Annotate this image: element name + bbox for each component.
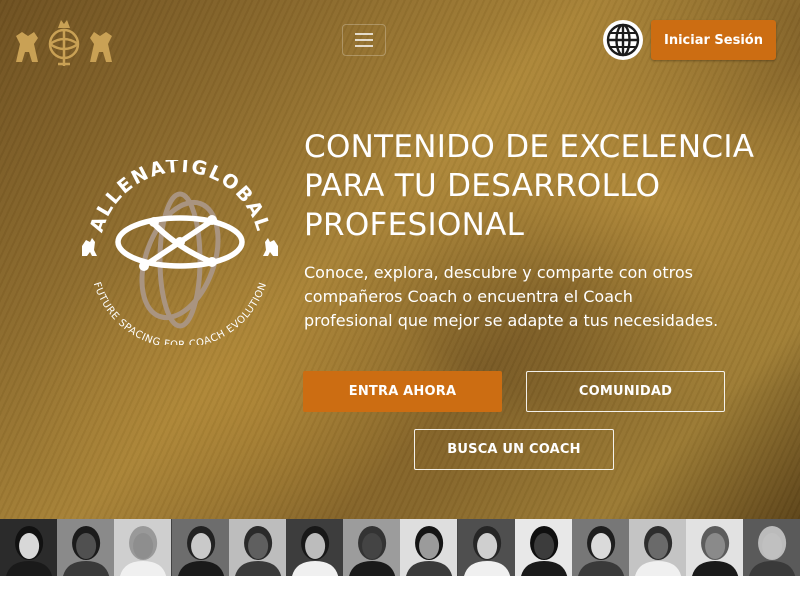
coach-portrait-5[interactable]	[228, 519, 286, 576]
coach-portrait-2[interactable]	[57, 519, 115, 576]
hamburger-icon-bar	[355, 45, 373, 47]
coach-portrait-6[interactable]	[285, 519, 344, 576]
page-bottom	[0, 576, 800, 600]
coach-portrait-14[interactable]	[743, 519, 800, 576]
coach-portrait-10[interactable]	[514, 519, 572, 576]
hamburger-icon-bar	[355, 39, 373, 41]
coach-portrait-1[interactable]	[0, 519, 58, 576]
hero-subtext: Conoce, explora, descubre y comparte con…	[304, 263, 719, 330]
login-button[interactable]: Iniciar Sesión	[651, 20, 776, 60]
coach-portrait-12[interactable]	[629, 519, 687, 576]
lions-globe-crest-icon[interactable]	[12, 14, 116, 68]
community-button[interactable]: COMUNIDAD	[526, 371, 725, 412]
svg-text:ALLENATIGLOBAL: ALLENATIGLOBAL	[86, 160, 275, 235]
coach-portrait-7[interactable]	[343, 519, 401, 576]
coach-photo-strip	[0, 519, 800, 576]
emblem-top-text: ALLENATIGLOBAL	[86, 160, 273, 235]
globe-icon[interactable]	[602, 19, 644, 61]
coach-portrait-4[interactable]	[171, 519, 229, 576]
hero-headline: CONTENIDO DE EXCELENCIA PARA TU DESARROL…	[304, 129, 755, 243]
menu-toggle-button[interactable]	[342, 24, 386, 56]
coach-portrait-13[interactable]	[686, 519, 744, 576]
coach-portrait-8[interactable]	[400, 519, 458, 576]
coach-portrait-3[interactable]	[114, 519, 172, 576]
allenatiglobal-emblem: ALLENATIGLOBAL FUTURE SPACING FOR COACH …	[82, 160, 278, 345]
hamburger-icon-bar	[355, 33, 373, 35]
find-coach-button[interactable]: BUSCA UN COACH	[414, 429, 614, 470]
coach-portrait-9[interactable]	[457, 519, 515, 576]
coach-portrait-11[interactable]	[571, 519, 630, 576]
hero-section: Iniciar Sesión ALLENATIGLOBAL FUTURE SPA…	[0, 0, 800, 519]
enter-now-button[interactable]: ENTRA AHORA	[303, 371, 502, 412]
